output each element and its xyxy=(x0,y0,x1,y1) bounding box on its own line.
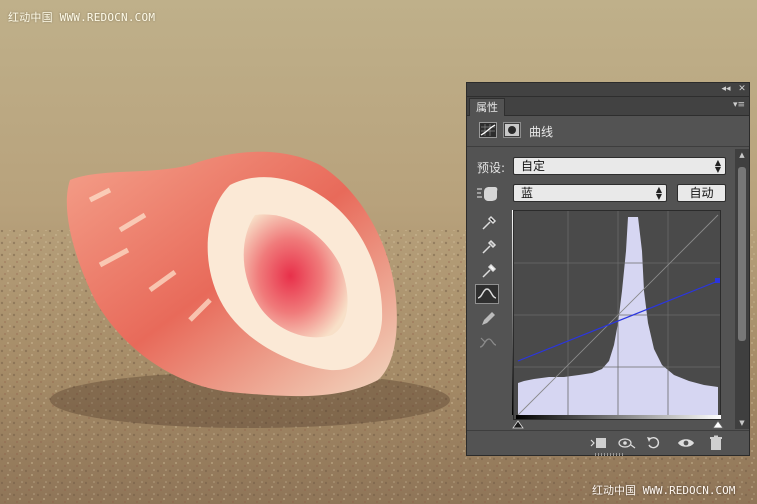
close-icon[interactable]: ✕ xyxy=(735,83,749,96)
panel-title-bar: ◂◂ ✕ xyxy=(467,83,749,97)
chevron-updown-icon: ▲ ▼ xyxy=(714,158,721,174)
eye-icon[interactable] xyxy=(677,435,695,451)
layer-mask-icon[interactable] xyxy=(503,122,521,138)
curves-plot xyxy=(514,211,720,419)
tab-properties[interactable]: 属性 xyxy=(469,98,505,116)
curves-graph[interactable] xyxy=(513,210,721,420)
scrollbar-thumb[interactable] xyxy=(738,167,746,341)
hand-adjust-icon[interactable] xyxy=(475,183,501,203)
clip-to-layer-icon[interactable] xyxy=(589,435,607,451)
curve-tool-icon[interactable] xyxy=(475,284,499,304)
reset-icon[interactable] xyxy=(645,435,663,451)
eyedropper-white-icon[interactable] xyxy=(477,261,501,281)
preset-value: 自定 xyxy=(521,159,546,173)
preset-label: 预设: xyxy=(477,161,506,175)
double-chevron-left-icon[interactable]: ◂◂ xyxy=(719,83,733,96)
adjustment-title: 曲线 xyxy=(529,125,554,139)
adjustment-header: 曲线 xyxy=(467,116,749,147)
curve-point[interactable] xyxy=(715,278,720,283)
input-slider xyxy=(512,420,724,429)
panel-menu-icon[interactable]: ▾≡ xyxy=(733,100,745,110)
properties-panel: ◂◂ ✕ 属性 ▾≡ 曲线 预设: 自定 ▲ ▼ 蓝 ▲ ▼ 自动 ▲ ▼ xyxy=(466,82,750,456)
white-point-slider[interactable] xyxy=(712,420,724,429)
eyedropper-gray-icon[interactable] xyxy=(477,237,501,257)
channel-dropdown[interactable]: 蓝 ▲ ▼ xyxy=(513,184,667,202)
smooth-curve-icon[interactable] xyxy=(477,333,501,353)
trash-icon[interactable] xyxy=(707,435,725,451)
panel-tab-row: 属性 ▾≡ xyxy=(467,97,749,116)
scroll-down-icon[interactable]: ▼ xyxy=(735,417,749,429)
panel-resize-grip[interactable] xyxy=(595,453,625,456)
pencil-icon[interactable] xyxy=(477,309,501,329)
channel-value: 蓝 xyxy=(521,186,534,200)
curves-adjustment-icon[interactable] xyxy=(479,122,497,138)
chevron-updown-icon: ▲ ▼ xyxy=(655,185,662,201)
watermark-top: 红动中国 WWW.REDOCN.COM xyxy=(8,11,156,24)
watermark-bottom: 红动中国 WWW.REDOCN.COM xyxy=(592,484,736,497)
auto-button[interactable]: 自动 xyxy=(677,184,726,202)
preset-dropdown[interactable]: 自定 ▲ ▼ xyxy=(513,157,726,175)
eyedropper-black-icon[interactable] xyxy=(477,213,501,233)
view-previous-icon[interactable] xyxy=(617,435,636,451)
panel-scrollbar[interactable]: ▲ ▼ xyxy=(735,149,749,429)
black-point-slider[interactable] xyxy=(512,420,524,429)
panel-footer xyxy=(467,430,749,456)
scroll-up-icon[interactable]: ▲ xyxy=(735,149,749,161)
